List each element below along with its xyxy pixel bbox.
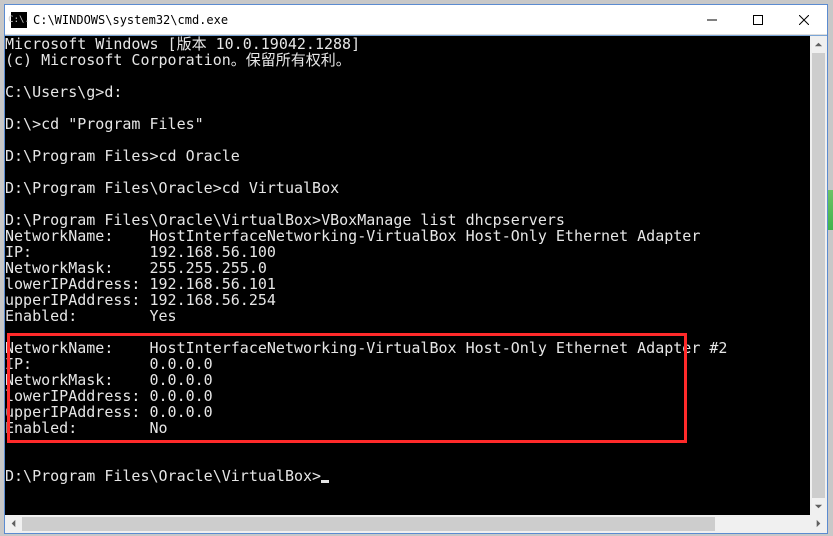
terminal-line: upperIPAddress: 192.168.56.254: [5, 292, 810, 308]
terminal-line: NetworkMask: 0.0.0.0: [5, 372, 810, 388]
terminal-line: [5, 164, 810, 180]
vertical-scrollbar[interactable]: [810, 36, 827, 515]
terminal-line: C:\Users\g>d:: [5, 84, 810, 100]
terminal-output[interactable]: Microsoft Windows [版本 10.0.19042.1288](c…: [5, 36, 810, 515]
close-icon: [799, 15, 809, 25]
terminal-line: [5, 68, 810, 84]
terminal-area: Microsoft Windows [版本 10.0.19042.1288](c…: [5, 35, 827, 533]
minimize-icon: [707, 15, 717, 25]
terminal-line: NetworkName: HostInterfaceNetworking-Vir…: [5, 340, 810, 356]
scroll-up-button[interactable]: [810, 36, 827, 53]
terminal-line: Enabled: No: [5, 420, 810, 436]
chevron-right-icon: [814, 519, 823, 528]
maximize-icon: [753, 15, 763, 25]
horizontal-scrollbar[interactable]: [5, 515, 827, 533]
vertical-scroll-track[interactable]: [810, 53, 827, 498]
vertical-scroll-thumb[interactable]: [812, 53, 825, 498]
terminal-line: upperIPAddress: 0.0.0.0: [5, 404, 810, 420]
scroll-right-button[interactable]: [810, 515, 827, 532]
cursor: [321, 480, 329, 483]
chevron-left-icon: [9, 519, 18, 528]
title-bar[interactable]: C:\. C:\WINDOWS\system32\cmd.exe: [5, 5, 827, 35]
terminal-line: IP: 192.168.56.100: [5, 244, 810, 260]
terminal-line: IP: 0.0.0.0: [5, 356, 810, 372]
terminal-line: D:\Program Files\Oracle\VirtualBox>VBoxM…: [5, 212, 810, 228]
terminal-line: [5, 324, 810, 340]
terminal-line: NetworkMask: 255.255.255.0: [5, 260, 810, 276]
terminal-line: Microsoft Windows [版本 10.0.19042.1288]: [5, 36, 810, 52]
terminal-line: [5, 452, 810, 468]
terminal-line: [5, 436, 810, 452]
minimize-button[interactable]: [689, 5, 735, 35]
maximize-button[interactable]: [735, 5, 781, 35]
terminal-line: lowerIPAddress: 0.0.0.0: [5, 388, 810, 404]
window-title: C:\WINDOWS\system32\cmd.exe: [33, 13, 228, 27]
terminal-line: [5, 196, 810, 212]
decorative-stripe: [828, 190, 833, 230]
chevron-up-icon: [814, 40, 823, 49]
terminal-line: (c) Microsoft Corporation。保留所有权利。: [5, 52, 810, 68]
terminal-line: [5, 132, 810, 148]
scroll-left-button[interactable]: [5, 515, 22, 532]
close-button[interactable]: [781, 5, 827, 35]
scroll-down-button[interactable]: [810, 498, 827, 515]
terminal-line: NetworkName: HostInterfaceNetworking-Vir…: [5, 228, 810, 244]
horizontal-scroll-track[interactable]: [22, 515, 810, 533]
terminal-line: D:\>cd "Program Files": [5, 116, 810, 132]
cmd-window: C:\. C:\WINDOWS\system32\cmd.exe Microso…: [4, 4, 828, 534]
chevron-down-icon: [814, 502, 823, 511]
terminal-line: Enabled: Yes: [5, 308, 810, 324]
horizontal-scroll-thumb[interactable]: [22, 517, 715, 531]
terminal-line: D:\Program Files\Oracle>cd VirtualBox: [5, 180, 810, 196]
terminal-line: D:\Program Files\Oracle\VirtualBox>: [5, 468, 810, 484]
terminal-line: lowerIPAddress: 192.168.56.101: [5, 276, 810, 292]
cmd-icon: C:\.: [11, 12, 27, 28]
terminal-line: D:\Program Files>cd Oracle: [5, 148, 810, 164]
terminal-line: [5, 100, 810, 116]
